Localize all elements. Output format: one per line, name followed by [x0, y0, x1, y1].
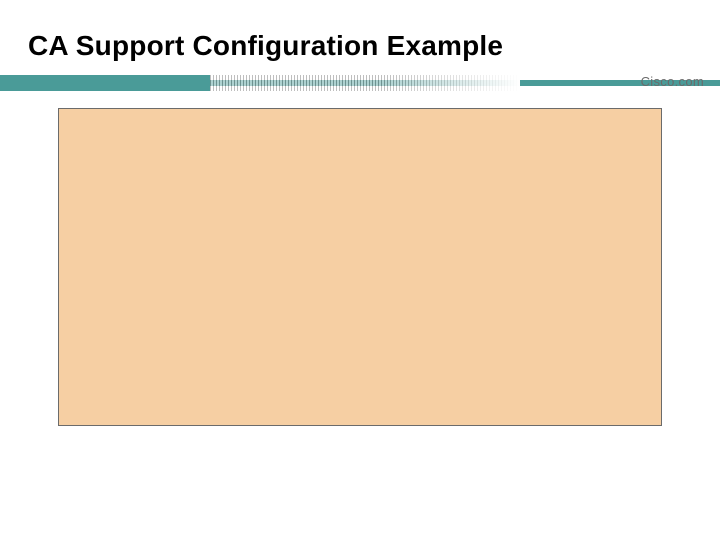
divider-band	[0, 72, 720, 92]
slide-title: CA Support Configuration Example	[28, 30, 503, 62]
divider-hatch-fade	[210, 75, 520, 91]
content-box	[58, 108, 662, 426]
slide: CA Support Configuration Example Cisco.c…	[0, 0, 720, 540]
brand-label: Cisco.com	[641, 74, 704, 89]
brand-text: Cisco.com	[641, 74, 704, 89]
divider-accent	[0, 75, 210, 91]
